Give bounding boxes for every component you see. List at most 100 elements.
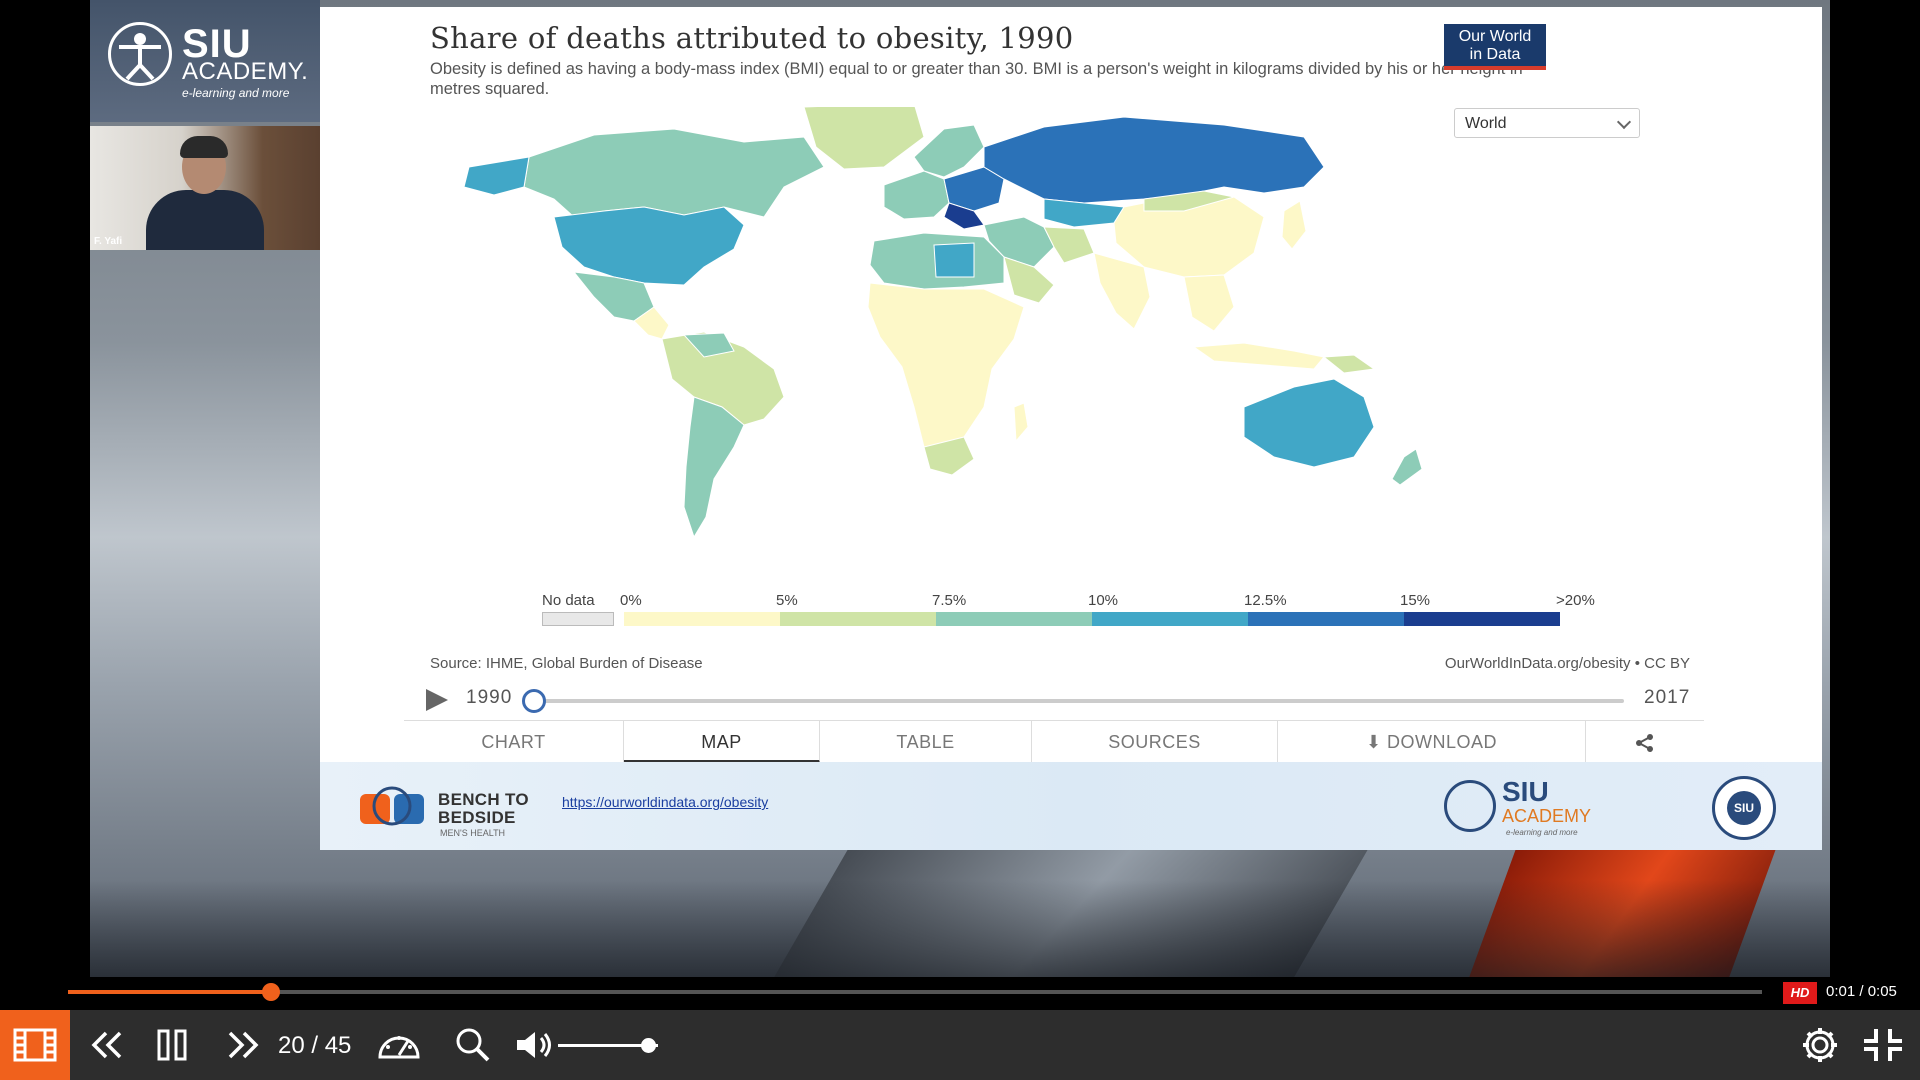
chart-tabs: CHART MAP TABLE SOURCES ⬇ DOWNLOAD bbox=[404, 720, 1704, 763]
video-progress-handle[interactable] bbox=[262, 983, 281, 1001]
source-link[interactable]: https://ourworldindata.org/obesity bbox=[562, 794, 768, 810]
pause-button[interactable] bbox=[156, 1010, 192, 1080]
tab-map[interactable]: MAP bbox=[624, 721, 820, 763]
legend-bin-label: 0% bbox=[620, 592, 642, 609]
b2b-line3: MEN'S HEALTH bbox=[440, 828, 506, 838]
tab-table[interactable]: TABLE bbox=[820, 721, 1032, 763]
map-region-sub-saharan-africa bbox=[867, 282, 1025, 458]
siu-footer-line3: e-learning and more bbox=[1506, 828, 1578, 837]
next-slide-button[interactable] bbox=[222, 1010, 262, 1080]
search-button[interactable] bbox=[454, 1010, 494, 1080]
tab-download-label: DOWNLOAD bbox=[1387, 732, 1498, 752]
speaker-hair bbox=[180, 136, 228, 158]
legend-bin-swatch bbox=[936, 612, 1092, 626]
player-stage: SIU ACADEMY. e-learning and more F. Yafi… bbox=[0, 0, 1920, 1080]
legend-bin-swatch bbox=[1404, 612, 1560, 626]
film-icon bbox=[13, 1028, 57, 1062]
chart-title: Share of deaths attributed to obesity, 1… bbox=[430, 21, 1074, 55]
video-progress-bar[interactable] bbox=[68, 983, 1762, 1001]
legend-bin-swatch bbox=[780, 612, 936, 626]
map-region-japan bbox=[1281, 200, 1307, 250]
time-readout: 0:01 / 0:05 bbox=[1826, 983, 1897, 1000]
presenter-panel: SIU ACADEMY. e-learning and more F. Yafi bbox=[90, 0, 320, 250]
hd-badge[interactable]: HD bbox=[1783, 982, 1817, 1004]
map-region-southeast-asia bbox=[1183, 274, 1235, 332]
vitruvian-logo-icon bbox=[108, 22, 172, 86]
vitruvian-figure-icon bbox=[119, 33, 161, 81]
map-region-scandinavia bbox=[913, 124, 985, 178]
map-region-russia bbox=[983, 116, 1325, 204]
previous-slide-button[interactable] bbox=[88, 1010, 128, 1080]
search-icon bbox=[456, 1028, 490, 1062]
siu-footer-line2: ACADEMY bbox=[1502, 806, 1592, 826]
legend-bin-swatch bbox=[624, 612, 780, 626]
share-button[interactable] bbox=[1586, 721, 1704, 763]
slides-button[interactable] bbox=[0, 1010, 70, 1080]
brand-line2: ACADEMY. bbox=[182, 58, 309, 85]
b2b-logo-icon bbox=[360, 786, 424, 826]
legend-bin-swatch bbox=[1092, 612, 1248, 626]
owid-chart: Share of deaths attributed to obesity, 1… bbox=[404, 7, 1704, 763]
map-region-western-europe bbox=[883, 170, 950, 220]
share-icon bbox=[1636, 734, 1653, 753]
siu-academy-logo: SIU ACADEMY. e-learning and more bbox=[90, 0, 320, 122]
settings-button[interactable] bbox=[1800, 1010, 1842, 1080]
volume-handle[interactable] bbox=[641, 1038, 656, 1053]
owid-logo-line2: in Data bbox=[1469, 46, 1521, 63]
exit-fullscreen-button[interactable] bbox=[1862, 1010, 1906, 1080]
speaker-webcam: F. Yafi bbox=[90, 126, 320, 250]
map-region-indonesia bbox=[1192, 342, 1325, 370]
slide-counter: 20 / 45 bbox=[278, 1032, 352, 1059]
pause-icon bbox=[157, 1029, 187, 1061]
siu-academy-footer-logo: SIU ACADEMY e-learning and more bbox=[1444, 776, 1604, 840]
siu-seal: SIU bbox=[1712, 776, 1776, 840]
timeline-end-year: 2017 bbox=[1644, 687, 1691, 708]
background-stripe bbox=[90, 880, 1830, 977]
timeline: 1990 2017 bbox=[426, 685, 1696, 715]
map-legend: No data 0% 5% 7.5% 10% 12.5% 15% >20% bbox=[404, 592, 1704, 642]
timeline-start-year: 1990 bbox=[466, 687, 513, 708]
legend-bin-label: 10% bbox=[1088, 592, 1119, 609]
siu-footer-line1: SIU bbox=[1502, 776, 1549, 807]
owid-logo: Our World in Data bbox=[1444, 24, 1546, 70]
tab-sources[interactable]: SOURCES bbox=[1032, 721, 1278, 763]
legend-end-label: >20% bbox=[1556, 592, 1595, 609]
legend-bin-label: 15% bbox=[1400, 592, 1431, 609]
speaker-body bbox=[146, 190, 264, 250]
owid-logo-line1: Our World bbox=[1458, 28, 1532, 45]
brand-tagline: e-learning and more bbox=[182, 86, 290, 100]
playback-speed-button[interactable] bbox=[376, 1010, 424, 1080]
legend-bin-label: 12.5% bbox=[1244, 592, 1287, 609]
map-region-kazakhstan bbox=[1043, 198, 1125, 228]
gear-icon bbox=[1803, 1028, 1837, 1062]
map-region-canada bbox=[523, 128, 825, 218]
double-chevron-left-icon bbox=[91, 1031, 122, 1059]
chart-credit[interactable]: OurWorldInData.org/obesity • CC BY bbox=[1445, 655, 1690, 672]
siu-seal-text: SIU bbox=[1727, 791, 1761, 825]
map-region-libya bbox=[933, 242, 975, 278]
map-region-australia bbox=[1243, 378, 1375, 468]
play-icon[interactable] bbox=[426, 689, 448, 711]
world-map bbox=[463, 107, 1423, 539]
video-progress-fill bbox=[68, 990, 272, 994]
download-icon: ⬇ bbox=[1365, 732, 1388, 752]
speedometer-icon bbox=[378, 1036, 420, 1059]
player-controls: 20 / 45 bbox=[0, 1010, 1920, 1080]
b2b-line1: BENCH TO bbox=[438, 790, 529, 809]
vitruvian-logo-icon bbox=[1444, 780, 1496, 832]
timeline-track[interactable] bbox=[532, 699, 1624, 703]
speaker-name: F. Yafi bbox=[94, 236, 123, 247]
b2b-line2: BEDSIDE bbox=[438, 808, 516, 827]
slide-footer: BENCH TO BEDSIDE MEN'S HEALTH https://ou… bbox=[320, 762, 1822, 850]
timeline-handle[interactable] bbox=[522, 689, 546, 713]
map-region-new-zealand bbox=[1391, 448, 1423, 486]
chart-source: Source: IHME, Global Burden of Disease bbox=[430, 655, 703, 672]
map-region-greenland bbox=[803, 107, 925, 170]
tab-chart[interactable]: CHART bbox=[404, 721, 624, 763]
exit-fullscreen-icon bbox=[1864, 1029, 1902, 1061]
volume-button[interactable] bbox=[514, 1010, 554, 1080]
map-region-papua bbox=[1322, 354, 1376, 374]
tab-download[interactable]: ⬇ DOWNLOAD bbox=[1278, 721, 1586, 763]
map-region-madagascar bbox=[1013, 402, 1029, 443]
legend-bin-swatch bbox=[1248, 612, 1404, 626]
